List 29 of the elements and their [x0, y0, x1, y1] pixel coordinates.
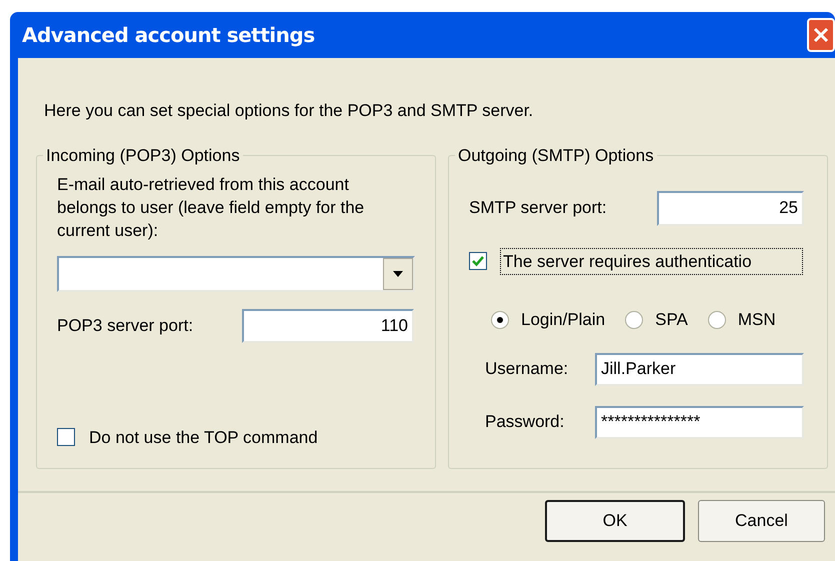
username-field[interactable]: Jill.Parker: [595, 352, 804, 386]
group-title: Incoming (POP3) Options: [45, 145, 241, 167]
radio-button[interactable]: [491, 310, 509, 329]
intro-text: Here you can set special options for the POP3 and SMTP server.: [44, 100, 534, 120]
window-title: Advanced account settings: [22, 22, 315, 49]
checkbox[interactable]: [57, 428, 75, 446]
radio-button[interactable]: [625, 310, 644, 329]
field-label: SMTP server port:: [469, 197, 608, 220]
close-button[interactable]: [807, 18, 835, 52]
checkbox-label: The server requires authenticatio: [500, 248, 803, 275]
field-label: POP3 server port:: [57, 314, 194, 337]
radio-label: MSN: [738, 309, 776, 331]
port-field[interactable]: 25: [657, 190, 804, 226]
dialog-button[interactable]: Cancel: [698, 500, 825, 542]
dialog-button[interactable]: OK: [545, 500, 685, 542]
radio-label: SPA: [655, 309, 688, 331]
field-label: E-mail auto-retrieved from this account belongs to user (leave field empty for the current user):: [57, 174, 366, 242]
radio-label: Login/Plain: [521, 309, 606, 331]
group-title: Outgoing (SMTP) Options: [457, 145, 655, 167]
checkbox[interactable]: [469, 252, 487, 270]
field-label: Username:: [485, 358, 570, 380]
field-label: Password:: [485, 411, 566, 434]
checkbox-label: Do not use the TOP command: [89, 426, 318, 448]
caret-icon: [393, 270, 403, 276]
port-field[interactable]: 110: [242, 308, 414, 342]
radio-button[interactable]: [708, 310, 726, 329]
close-icon: [812, 26, 830, 44]
password-field[interactable]: ***************: [595, 406, 804, 438]
dropdown-button[interactable]: [383, 258, 413, 290]
